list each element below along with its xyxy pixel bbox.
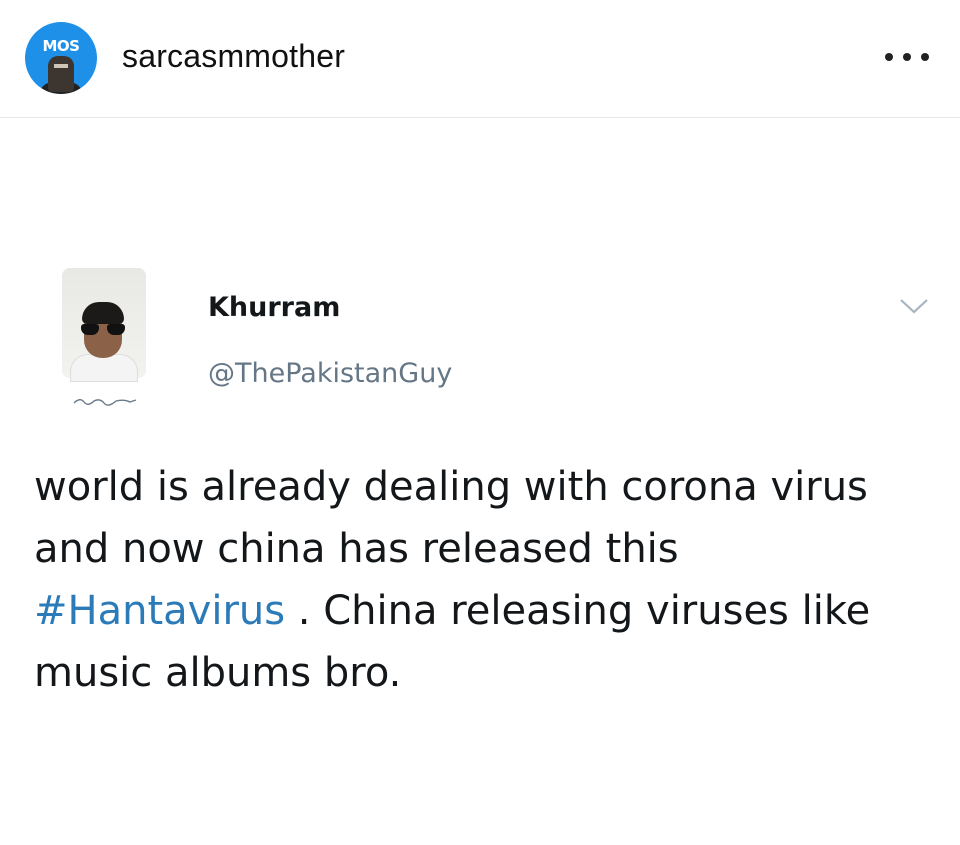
avatar-logo-text: MOS: [42, 37, 80, 55]
dot: [885, 53, 893, 61]
tweet-author-avatar: [60, 268, 148, 416]
avatar-figure-face: [48, 56, 74, 92]
avatar-sunglasses: [80, 324, 126, 336]
tweet-handle: @ThePakistanGuy: [208, 358, 453, 389]
account-username[interactable]: sarcasmmother: [122, 38, 345, 75]
avatar-signature-scribble: [73, 399, 137, 406]
hashtag-link[interactable]: #Hantavirus: [34, 588, 285, 634]
tweet-body: world is already dealing with corona vir…: [34, 456, 934, 704]
tweet-display-name: Khurram: [208, 292, 341, 323]
account-avatar[interactable]: MOS: [25, 22, 97, 94]
avatar-shirt: [70, 354, 138, 382]
tweet-text-before: world is already dealing with corona vir…: [34, 464, 868, 572]
dot: [921, 53, 929, 61]
avatar-hair: [82, 302, 124, 324]
dot: [903, 53, 911, 61]
chevron-down-icon[interactable]: [898, 296, 930, 316]
more-options-icon[interactable]: [885, 50, 929, 64]
post-header: MOS sarcasmmother: [0, 0, 960, 118]
